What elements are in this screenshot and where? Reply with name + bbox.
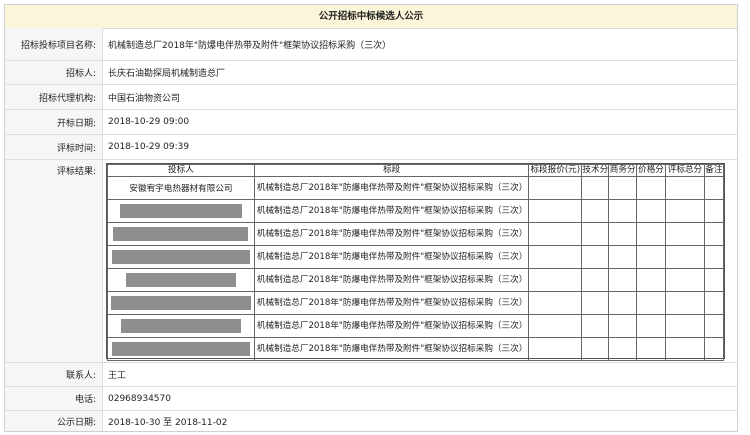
bidder-cell xyxy=(107,291,255,315)
table-row: 机械制造总厂2018年"防爆电伴热带及附件"框架协议招标采购（三次） xyxy=(107,199,725,223)
open-date-value: 2018-10-29 09:00 xyxy=(108,117,190,127)
segment-cell: 机械制造总厂2018年"防爆电伴热带及附件"框架协议招标采购（三次） xyxy=(253,222,530,246)
open-date-row: 开标日期: 2018-10-29 09:00 xyxy=(5,110,737,135)
table-row: 安徽宥宇电热器材有限公司 机械制造总厂2018年"防爆电伴热带及附件"框架协议招… xyxy=(107,176,725,200)
header-bidder: 投标人 xyxy=(107,164,255,177)
bidder-cell xyxy=(107,245,255,269)
publish-date-value: 2018-10-30 至 2018-11-02 xyxy=(108,417,228,428)
header-segment: 标段 xyxy=(253,164,530,177)
redacted-bidder xyxy=(111,250,250,264)
open-date-label: 开标日期: xyxy=(5,110,103,134)
table-row: 机械制造总厂2018年"防爆电伴热带及附件"框架协议招标采购（三次） xyxy=(107,268,725,292)
bidder-cell xyxy=(107,268,255,292)
bidder-cell xyxy=(107,337,255,361)
table-row: 机械制造总厂2018年"防爆电伴热带及附件"框架协议招标采购（三次） xyxy=(107,314,725,338)
eval-time-value: 2018-10-29 09:39 xyxy=(108,142,190,152)
tenderer-label: 招标人: xyxy=(5,61,103,84)
notice-panel: 公开招标中标候选人公示 招标投标项目名称: 机械制造总厂2018年"防爆电伴热带… xyxy=(4,4,738,432)
project-label: 招标投标项目名称: xyxy=(5,28,103,60)
redacted-bidder xyxy=(119,204,242,218)
bidder-cell xyxy=(107,222,255,246)
table-row: 机械制造总厂2018年"防爆电伴热带及附件"框架协议招标采购（三次） xyxy=(107,291,725,315)
results-table: 投标人 标段 标段报价(元) 技术分 商务分 价格分 评标总分 备注 安徽宥宇电… xyxy=(106,163,725,361)
eval-time-label: 评标时间: xyxy=(5,135,103,159)
phone-value: 02968934570 xyxy=(108,393,171,404)
project-row: 招标投标项目名称: 机械制造总厂2018年"防爆电伴热带及附件"框架协议招标采购… xyxy=(5,28,737,61)
phone-row: 电话: 02968934570 xyxy=(5,387,737,411)
publish-date-label: 公示日期: xyxy=(5,411,103,431)
segment-cell: 机械制造总厂2018年"防爆电伴热带及附件"框架协议招标采购（三次） xyxy=(253,245,530,269)
table-row: 机械制造总厂2018年"防爆电伴热带及附件"框架协议招标采购（三次） xyxy=(107,245,725,269)
publish-date-row: 公示日期: 2018-10-30 至 2018-11-02 xyxy=(5,411,737,431)
results-header-row: 投标人 标段 标段报价(元) 技术分 商务分 价格分 评标总分 备注 xyxy=(107,164,725,177)
bidder-cell xyxy=(107,199,255,223)
header-business-score: 商务分 xyxy=(608,164,637,177)
result-label: 评标结果: xyxy=(5,160,103,362)
phone-label: 电话: xyxy=(5,387,103,410)
redacted-bidder xyxy=(120,319,241,333)
segment-cell: 机械制造总厂2018年"防爆电伴热带及附件"框架协议招标采购（三次） xyxy=(253,314,530,338)
agency-value: 中国石油物资公司 xyxy=(108,93,181,104)
contact-row: 联系人: 王工 xyxy=(5,363,737,387)
redacted-bidder xyxy=(111,342,250,356)
segment-cell: 机械制造总厂2018年"防爆电伴热带及附件"框架协议招标采购（三次） xyxy=(253,268,530,292)
header-total-score: 评标总分 xyxy=(665,164,705,177)
contact-value: 王工 xyxy=(108,371,127,381)
tenderer-row: 招标人: 长庆石油勘探局机械制造总厂 xyxy=(5,61,737,85)
redacted-bidder xyxy=(125,273,236,287)
bidder-cell: 安徽宥宇电热器材有限公司 xyxy=(107,176,255,200)
project-value: 机械制造总厂2018年"防爆电伴热带及附件"框架协议招标采购（三次） xyxy=(108,40,392,51)
agency-row: 招标代理机构: 中国石油物资公司 xyxy=(5,85,737,110)
table-row: 机械制造总厂2018年"防爆电伴热带及附件"框架协议招标采购（三次） xyxy=(107,337,725,361)
redacted-bidder xyxy=(113,227,249,241)
header-price-score: 价格分 xyxy=(635,164,667,177)
header-tech-score: 技术分 xyxy=(581,164,610,177)
segment-cell: 机械制造总厂2018年"防爆电伴热带及附件"框架协议招标采购（三次） xyxy=(253,199,530,223)
eval-time-row: 评标时间: 2018-10-29 09:39 xyxy=(5,135,737,160)
tenderer-value: 长庆石油勘探局机械制造总厂 xyxy=(108,69,226,79)
table-row: 机械制造总厂2018年"防爆电伴热带及附件"框架协议招标采购（三次） xyxy=(107,222,725,246)
notice-title: 公开招标中标候选人公示 xyxy=(5,5,737,29)
redacted-bidder xyxy=(110,296,251,310)
header-remark: 备注 xyxy=(703,164,725,177)
agency-label: 招标代理机构: xyxy=(5,85,103,109)
segment-cell: 机械制造总厂2018年"防爆电伴热带及附件"框架协议招标采购（三次） xyxy=(253,337,530,361)
header-quote: 标段报价(元) xyxy=(528,164,583,177)
segment-cell: 机械制造总厂2018年"防爆电伴热带及附件"框架协议招标采购（三次） xyxy=(253,291,530,315)
contact-label: 联系人: xyxy=(5,363,103,386)
segment-cell: 机械制造总厂2018年"防爆电伴热带及附件"框架协议招标采购（三次） xyxy=(253,176,530,200)
bidder-cell xyxy=(107,314,255,338)
